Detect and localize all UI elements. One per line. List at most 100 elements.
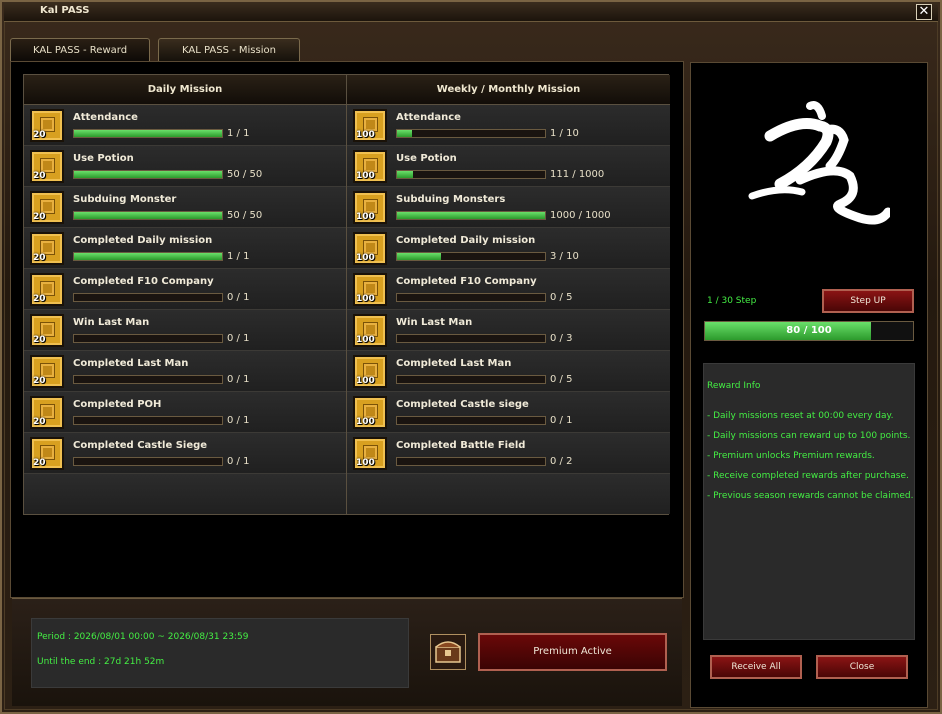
- mission-progress-value: 111 / 1000: [550, 169, 605, 180]
- mission-progress-value: 0 / 1: [227, 456, 250, 467]
- mission-row: 20 Use Potion 50 / 50: [24, 146, 346, 187]
- mission-row: 20 Completed Castle Siege 0 / 1: [24, 433, 346, 474]
- treasure-chest-icon[interactable]: [430, 634, 466, 670]
- mission-title: Completed Castle siege: [396, 399, 529, 410]
- mission-progress-value: 0 / 1: [227, 374, 250, 385]
- mission-progress-bar: [396, 334, 546, 343]
- kal-logo: [740, 96, 893, 236]
- close-button[interactable]: Close: [816, 655, 908, 679]
- mission-row: 100 Completed Daily mission 3 / 10: [347, 228, 670, 269]
- weekly-mission-column: Weekly / Monthly Mission 100 Attendance 1 …: [347, 75, 670, 514]
- reward-points: 100: [356, 376, 375, 386]
- mission-title: Use Potion: [73, 153, 134, 164]
- mission-progress-bar: [73, 457, 223, 466]
- mission-title: Use Potion: [396, 153, 457, 164]
- mission-progress-value: 0 / 5: [550, 374, 573, 385]
- mission-progress-fill: [397, 171, 414, 178]
- mission-title: Attendance: [73, 112, 138, 123]
- mission-progress-bar: [73, 170, 223, 179]
- mission-row: 20 Completed F10 Company 0 / 1: [24, 269, 346, 310]
- mission-progress-bar: [396, 416, 546, 425]
- reward-info-line: - Receive completed rewards after purcha…: [707, 471, 909, 481]
- reward-info-title: Reward Info: [707, 381, 761, 391]
- reward-point-icon: 20: [30, 273, 64, 306]
- mission-title: Win Last Man: [73, 317, 150, 328]
- mission-progress-bar: [396, 293, 546, 302]
- reward-point-icon: 100: [353, 396, 387, 429]
- reward-points: 20: [33, 458, 46, 468]
- mission-progress-bar: [396, 170, 546, 179]
- reward-points: 20: [33, 171, 46, 181]
- mission-title: Win Last Man: [396, 317, 473, 328]
- mission-progress-bar: [396, 252, 546, 261]
- mission-progress-value: 1 / 10: [550, 128, 579, 139]
- step-up-button[interactable]: Step UP: [822, 289, 914, 313]
- mission-progress-fill: [74, 212, 222, 219]
- reward-point-icon: 100: [353, 314, 387, 347]
- period-box: Period : 2026/08/01 00:00 ~ 2026/08/31 2…: [31, 618, 409, 688]
- mission-progress-bar: [73, 416, 223, 425]
- mission-progress-bar: [396, 129, 546, 138]
- reward-points: 100: [356, 294, 375, 304]
- reward-points: 100: [356, 335, 375, 345]
- reward-points: 100: [356, 458, 375, 468]
- mission-title: Subduing Monsters: [396, 194, 506, 205]
- reward-point-icon: 20: [30, 355, 64, 388]
- reward-points: 20: [33, 212, 46, 222]
- reward-info-line: - Previous season rewards cannot be clai…: [707, 491, 914, 501]
- mission-row: 20 Completed Last Man 0 / 1: [24, 351, 346, 392]
- reward-points: 20: [33, 335, 46, 345]
- mission-row: 20 Completed POH 0 / 1: [24, 392, 346, 433]
- mission-progress-value: 1000 / 1000: [550, 210, 611, 221]
- mission-title: Completed Castle Siege: [73, 440, 208, 451]
- reward-point-icon: 20: [30, 437, 64, 470]
- mission-title: Completed POH: [73, 399, 162, 410]
- mission-row: 100 Win Last Man 0 / 3: [347, 310, 670, 351]
- mission-progress-value: 50 / 50: [227, 210, 263, 221]
- title-bar: Kal PASS ✕: [4, 2, 938, 22]
- mission-progress-bar: [73, 211, 223, 220]
- reward-point-icon: 20: [30, 150, 64, 183]
- remaining-time-text: Until the end : 27d 21h 52m: [37, 657, 165, 667]
- reward-points: 20: [33, 294, 46, 304]
- reward-points: 100: [356, 212, 375, 222]
- reward-point-icon: 100: [353, 191, 387, 224]
- mission-row: 20 Completed Daily mission 1 / 1: [24, 228, 346, 269]
- mission-row: 100 Completed F10 Company 0 / 5: [347, 269, 670, 310]
- mission-progress-bar: [73, 252, 223, 261]
- tab-reward[interactable]: KAL PASS - Reward: [10, 38, 150, 62]
- weekly-mission-header: Weekly / Monthly Mission: [347, 75, 670, 105]
- daily-mission-column: Daily Mission 20 Attendance 1 / 1 20 Use Pot…: [24, 75, 347, 514]
- empty-row: [24, 474, 346, 514]
- mission-row: 20 Subduing Monster 50 / 50: [24, 187, 346, 228]
- mission-progress-bar: [73, 293, 223, 302]
- premium-active-button[interactable]: Premium Active: [478, 633, 667, 671]
- receive-all-button[interactable]: Receive All: [710, 655, 802, 679]
- reward-points: 100: [356, 253, 375, 263]
- step-text: 1 / 30 Step: [707, 296, 757, 306]
- mission-progress-value: 50 / 50: [227, 169, 263, 180]
- mission-title: Completed Last Man: [73, 358, 189, 369]
- window-title: Kal PASS: [40, 5, 90, 16]
- mission-progress-fill: [397, 253, 442, 260]
- reward-points: 20: [33, 417, 46, 427]
- close-icon[interactable]: ✕: [916, 4, 932, 20]
- mission-progress-value: 0 / 2: [550, 456, 573, 467]
- mission-row: 100 Completed Last Man 0 / 5: [347, 351, 670, 392]
- mission-progress-value: 3 / 10: [550, 251, 579, 262]
- mission-progress-bar: [73, 375, 223, 384]
- reward-point-icon: 20: [30, 191, 64, 224]
- reward-point-icon: 100: [353, 355, 387, 388]
- mission-progress-fill: [397, 212, 545, 219]
- mission-row: 20 Attendance 1 / 1: [24, 105, 346, 146]
- reward-point-icon: 100: [353, 273, 387, 306]
- mission-progress-value: 1 / 1: [227, 251, 250, 262]
- mission-title: Subduing Monster: [73, 194, 177, 205]
- mission-progress-fill: [74, 253, 222, 260]
- mission-row: 100 Subduing Monsters 1000 / 1000: [347, 187, 670, 228]
- mission-progress-fill: [397, 130, 412, 137]
- reward-point-icon: 100: [353, 150, 387, 183]
- mission-progress-fill: [74, 171, 222, 178]
- tab-mission[interactable]: KAL PASS - Mission: [158, 38, 300, 62]
- mission-progress-value: 0 / 1: [227, 292, 250, 303]
